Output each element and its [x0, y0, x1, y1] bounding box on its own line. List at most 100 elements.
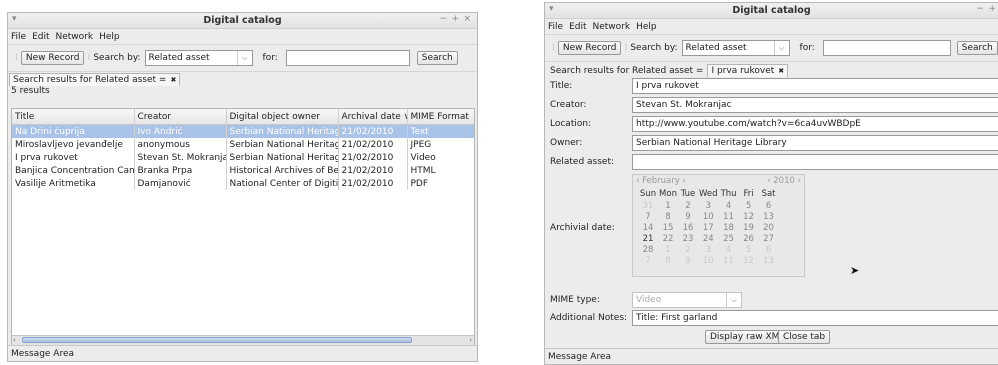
- new-record-button[interactable]: New Record: [557, 41, 622, 55]
- calendar-year[interactable]: ‹ 2010 ›: [767, 176, 801, 186]
- display-raw-xml-button[interactable]: Display raw XML: [705, 330, 790, 344]
- archival-date-label: Archivial date:: [550, 223, 615, 233]
- calendar-day[interactable]: 2: [678, 200, 698, 211]
- calendar-day[interactable]: 10: [698, 255, 719, 266]
- calendar-day[interactable]: 12: [739, 211, 759, 222]
- search-button[interactable]: Search: [416, 51, 458, 65]
- maximize-icon[interactable]: +: [988, 4, 996, 14]
- calendar-day[interactable]: 31: [638, 200, 658, 211]
- close-tab-button[interactable]: Close tab: [778, 330, 831, 344]
- calendar-day[interactable]: 28: [638, 244, 658, 255]
- column-header-mime[interactable]: MIME Format: [407, 109, 474, 125]
- calendar-day-selected[interactable]: 21: [638, 233, 658, 244]
- cell-creator: Branka Prpa: [134, 164, 227, 177]
- notes-field[interactable]: Title: First garland: [632, 310, 998, 326]
- calendar-day[interactable]: 3: [698, 200, 719, 211]
- menu-file[interactable]: File: [11, 32, 26, 42]
- calendar-day[interactable]: 4: [719, 244, 739, 255]
- calendar-day[interactable]: 15: [658, 222, 678, 233]
- creator-field[interactable]: Stevan St. Mokranjac: [632, 97, 998, 113]
- location-label: Location:: [550, 119, 592, 129]
- location-field[interactable]: http://www.youtube.com/watch?v=6ca4uvWBD…: [632, 116, 998, 132]
- calendar-day[interactable]: 17: [698, 222, 719, 233]
- maximize-icon[interactable]: +: [451, 14, 459, 24]
- table-row[interactable]: Miroslavljevo jevanđelje anonymous Serbi…: [12, 138, 474, 151]
- menu-network[interactable]: Network: [593, 22, 631, 32]
- table-row[interactable]: Banjica Concentration Camp Branka Prpa H…: [12, 164, 474, 177]
- calendar-day[interactable]: 23: [678, 233, 698, 244]
- table-row[interactable]: Vasilije Aritmetika Damjanović National …: [12, 177, 474, 190]
- calendar-day[interactable]: 16: [678, 222, 698, 233]
- search-input[interactable]: [822, 40, 951, 56]
- tab-record[interactable]: I prva rukovet ✖: [707, 64, 789, 77]
- column-header-owner[interactable]: Digital object owner: [226, 109, 339, 125]
- calendar-day[interactable]: 4: [719, 200, 739, 211]
- archival-date-calendar[interactable]: ‹ February › ‹ 2010 › Sun Mon Tue Wed Th…: [632, 174, 805, 277]
- related-asset-field[interactable]: [632, 154, 998, 170]
- column-header-title[interactable]: Title: [12, 109, 135, 125]
- calendar-day[interactable]: 26: [739, 233, 759, 244]
- search-input[interactable]: [285, 50, 410, 66]
- search-button[interactable]: Search: [956, 41, 998, 55]
- column-header-archival-date[interactable]: Archival date ∨: [338, 109, 408, 125]
- calendar-day[interactable]: 14: [638, 222, 658, 233]
- calendar-day[interactable]: 10: [698, 211, 719, 222]
- tab-search-results[interactable]: Search results for Related asset = ✖: [9, 73, 181, 86]
- calendar-day[interactable]: 13: [759, 211, 779, 222]
- calendar-day[interactable]: 24: [698, 233, 719, 244]
- calendar-day[interactable]: 7: [638, 211, 658, 222]
- calendar-week: 7 8 9 10 11 12 13: [638, 255, 779, 266]
- title-field[interactable]: I prva rukovet: [632, 78, 998, 94]
- calendar-day[interactable]: 19: [739, 222, 759, 233]
- calendar-day[interactable]: 3: [698, 244, 719, 255]
- calendar-day[interactable]: 7: [638, 255, 658, 266]
- menu-help[interactable]: Help: [99, 32, 120, 42]
- new-record-button[interactable]: New Record: [20, 51, 85, 65]
- calendar-day[interactable]: 1: [658, 200, 678, 211]
- calendar-day[interactable]: 6: [759, 244, 779, 255]
- calendar-day[interactable]: 9: [678, 211, 698, 222]
- calendar-day[interactable]: 5: [739, 200, 759, 211]
- minimize-icon[interactable]: −: [439, 14, 447, 24]
- calendar-day[interactable]: 11: [719, 255, 739, 266]
- calendar-day[interactable]: 8: [658, 211, 678, 222]
- tab-close-icon[interactable]: ✖: [778, 67, 784, 75]
- scrollbar-thumb[interactable]: [22, 337, 412, 343]
- scroll-left-icon[interactable]: ‹: [13, 336, 16, 344]
- calendar-day[interactable]: 12: [739, 255, 759, 266]
- table-row[interactable]: I prva rukovet Stevan St. Mokranjac Serb…: [12, 151, 474, 164]
- calendar-day[interactable]: 27: [759, 233, 779, 244]
- calendar-day[interactable]: 6: [759, 200, 779, 211]
- calendar-day[interactable]: 20: [759, 222, 779, 233]
- minimize-icon[interactable]: −: [976, 4, 984, 14]
- calendar-day[interactable]: 8: [658, 255, 678, 266]
- toolbar-grip: ⁞: [15, 53, 18, 63]
- horizontal-scrollbar[interactable]: ‹ ›: [12, 335, 474, 345]
- calendar-day[interactable]: 11: [719, 211, 739, 222]
- calendar-day[interactable]: 22: [658, 233, 678, 244]
- column-header-creator[interactable]: Creator: [134, 109, 227, 125]
- calendar-day[interactable]: 25: [719, 233, 739, 244]
- table-row[interactable]: Na Drini ćuprija Ivo Andrić Serbian Nati…: [12, 124, 474, 138]
- search-field-select[interactable]: Related asset ⌵: [144, 50, 253, 66]
- menu-file[interactable]: File: [548, 22, 563, 32]
- calendar-day[interactable]: 1: [658, 244, 678, 255]
- search-field-select[interactable]: Related asset ⌵: [681, 40, 790, 56]
- menu-edit[interactable]: Edit: [569, 22, 586, 32]
- menu-edit[interactable]: Edit: [32, 32, 49, 42]
- calendar-day[interactable]: 18: [719, 222, 739, 233]
- calendar-day[interactable]: 2: [678, 244, 698, 255]
- scroll-right-icon[interactable]: ›: [469, 336, 472, 344]
- tab-close-icon[interactable]: ✖: [170, 76, 176, 84]
- owner-field[interactable]: Serbian National Heritage Library: [632, 135, 998, 151]
- cell-title: Miroslavljevo jevanđelje: [12, 138, 135, 151]
- calendar-day[interactable]: 9: [678, 255, 698, 266]
- close-icon[interactable]: ×: [463, 14, 471, 24]
- mime-type-select[interactable]: Video ⌵: [632, 292, 742, 308]
- calendar-day[interactable]: 13: [759, 255, 779, 266]
- tab-search-results[interactable]: Search results for Related asset =: [546, 65, 707, 77]
- calendar-month[interactable]: ‹ February ›: [636, 176, 686, 186]
- calendar-day[interactable]: 5: [739, 244, 759, 255]
- menu-network[interactable]: Network: [56, 32, 94, 42]
- menu-help[interactable]: Help: [636, 22, 657, 32]
